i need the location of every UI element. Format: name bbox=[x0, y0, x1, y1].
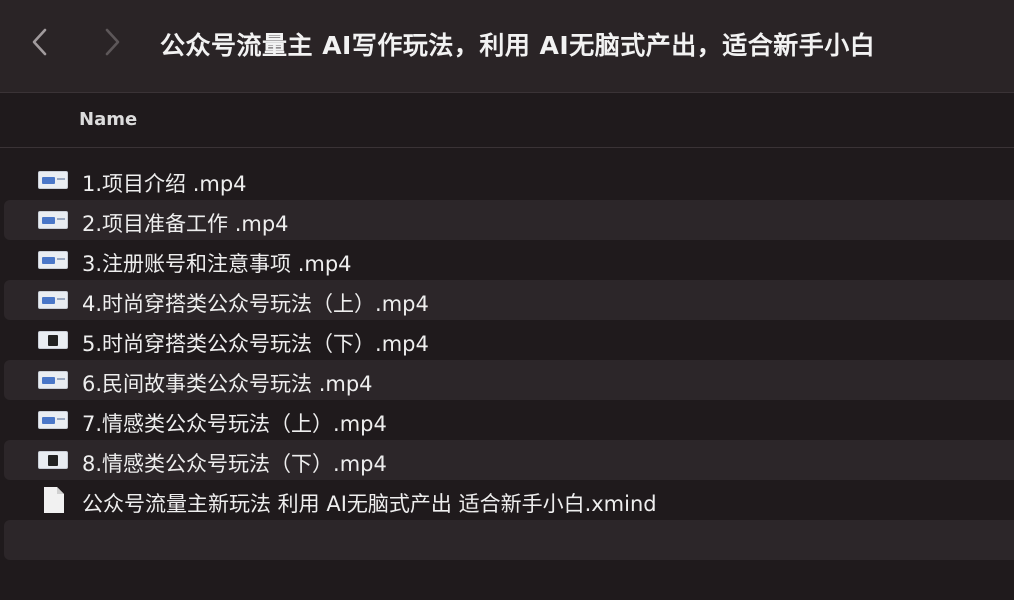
file-list: 1.项目介绍 .mp4 2.项目准备工作 .mp4 3.注册账号和注意事项 .m… bbox=[0, 160, 1014, 560]
file-name: 3.注册账号和注意事项 .mp4 bbox=[82, 252, 352, 276]
video-file-icon bbox=[38, 211, 68, 229]
video-file-icon bbox=[38, 251, 68, 269]
video-file-icon bbox=[38, 171, 68, 189]
file-row[interactable]: 2.项目准备工作 .mp4 bbox=[4, 200, 1014, 240]
file-row[interactable]: 公众号流量主新玩法 利用 AI无脑式产出 适合新手小白.xmind bbox=[4, 480, 1014, 520]
toolbar: 公众号流量主 AI写作玩法，利用 AI无脑式产出，适合新手小白 bbox=[0, 0, 1014, 93]
name-column-header[interactable]: Name bbox=[79, 109, 137, 130]
file-row[interactable]: 3.注册账号和注意事项 .mp4 bbox=[4, 240, 1014, 280]
column-header: Name bbox=[0, 95, 1014, 148]
chevron-left-icon bbox=[32, 28, 47, 56]
file-name: 7.情感类公众号玩法（上）.mp4 bbox=[82, 412, 387, 436]
file-row[interactable]: 8.情感类公众号玩法（下）.mp4 bbox=[4, 440, 1014, 480]
file-name: 4.时尚穿搭类公众号玩法（上）.mp4 bbox=[82, 292, 429, 316]
finder-window: 公众号流量主 AI写作玩法，利用 AI无脑式产出，适合新手小白 Name 1.项… bbox=[0, 0, 1014, 600]
window-title: 公众号流量主 AI写作玩法，利用 AI无脑式产出，适合新手小白 bbox=[160, 31, 876, 60]
chevron-right-icon bbox=[105, 28, 120, 56]
file-row[interactable]: 1.项目介绍 .mp4 bbox=[4, 160, 1014, 200]
back-button[interactable] bbox=[20, 22, 60, 62]
empty-row bbox=[4, 520, 1014, 560]
file-name: 公众号流量主新玩法 利用 AI无脑式产出 适合新手小白.xmind bbox=[82, 492, 657, 516]
file-name: 8.情感类公众号玩法（下）.mp4 bbox=[82, 452, 387, 476]
video-file-icon bbox=[38, 451, 68, 469]
file-row[interactable]: 7.情感类公众号玩法（上）.mp4 bbox=[4, 400, 1014, 440]
file-row[interactable]: 6.民间故事类公众号玩法 .mp4 bbox=[4, 360, 1014, 400]
document-file-icon bbox=[44, 487, 64, 513]
video-file-icon bbox=[38, 411, 68, 429]
file-name: 2.项目准备工作 .mp4 bbox=[82, 212, 289, 236]
file-name: 5.时尚穿搭类公众号玩法（下）.mp4 bbox=[82, 332, 429, 356]
file-name: 6.民间故事类公众号玩法 .mp4 bbox=[82, 372, 373, 396]
video-file-icon bbox=[38, 371, 68, 389]
forward-button[interactable] bbox=[92, 22, 132, 62]
file-name: 1.项目介绍 .mp4 bbox=[82, 172, 247, 196]
video-file-icon bbox=[38, 291, 68, 309]
file-row[interactable]: 4.时尚穿搭类公众号玩法（上）.mp4 bbox=[4, 280, 1014, 320]
video-file-icon bbox=[38, 331, 68, 349]
file-row[interactable]: 5.时尚穿搭类公众号玩法（下）.mp4 bbox=[4, 320, 1014, 360]
